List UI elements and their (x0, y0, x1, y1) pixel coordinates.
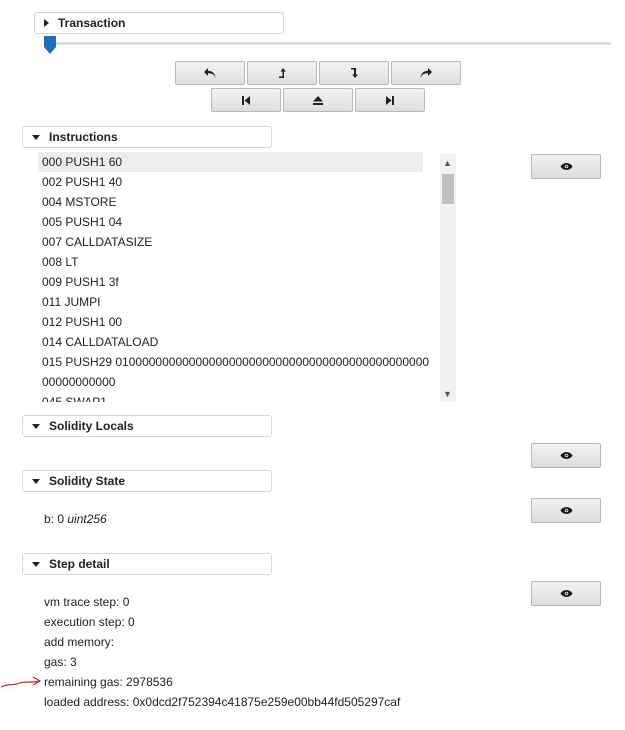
step-back-icon (204, 68, 216, 78)
transaction-header[interactable]: Transaction (34, 12, 284, 34)
eye-icon (560, 163, 572, 170)
step-forward-icon (420, 68, 432, 78)
list-item[interactable]: 014 CALLDATALOAD (38, 332, 456, 352)
step-detail-row: remaining gas: 2978536 (44, 675, 173, 689)
list-item[interactable]: 005 PUSH1 04 (38, 212, 456, 232)
step-detail-row: vm trace step: 0 (44, 595, 130, 609)
instructions-list[interactable]: 000 PUSH1 60 002 PUSH1 40 004 MSTORE 005… (38, 152, 456, 402)
solidity-locals-eye-button[interactable] (531, 443, 601, 468)
instructions-header[interactable]: Instructions (22, 126, 272, 148)
caret-right-icon (44, 19, 49, 27)
solidity-state-title: Solidity State (49, 474, 126, 488)
state-variable-type: uint256 (67, 512, 107, 526)
jump-previous-breakpoint-button[interactable] (211, 88, 281, 112)
caret-down-icon (32, 561, 40, 567)
eye-icon (560, 590, 572, 597)
step-over-back-icon (279, 68, 286, 78)
instructions-title: Instructions (49, 130, 118, 144)
list-item[interactable]: 045 SWAP1 (38, 392, 456, 402)
scroll-up-icon[interactable]: ▲ (443, 158, 452, 168)
list-item[interactable]: 012 PUSH1 00 (38, 312, 456, 332)
caret-down-icon (32, 478, 40, 484)
instructions-eye-button[interactable] (531, 154, 601, 179)
step-slider-handle[interactable] (44, 36, 56, 54)
solidity-locals-header[interactable]: Solidity Locals (22, 415, 272, 437)
step-detail-row: execution step: 0 (44, 615, 135, 629)
scroll-thumb[interactable] (442, 174, 454, 204)
step-detail-row: gas: 3 (44, 655, 77, 669)
list-item[interactable]: 009 PUSH1 3f (38, 272, 456, 292)
jump-out-button[interactable] (283, 88, 353, 112)
list-item[interactable]: 011 JUMPI (38, 292, 456, 312)
annotation-arrow-icon (0, 676, 42, 688)
jump-next-breakpoint-icon (386, 95, 394, 105)
transaction-title: Transaction (58, 16, 126, 30)
caret-down-icon (32, 134, 40, 140)
solidity-state-eye-button[interactable] (531, 498, 601, 523)
step-forward-button[interactable] (391, 61, 461, 85)
list-item[interactable]: 000 PUSH1 60 (38, 152, 423, 172)
step-detail-row: loaded address: 0x0dcd2f752394c41875e259… (44, 695, 401, 709)
step-detail-eye-button[interactable] (531, 581, 601, 606)
state-variable: b: 0 uint256 (44, 512, 107, 526)
jump-out-icon (313, 95, 323, 105)
jump-previous-breakpoint-icon (242, 95, 250, 105)
instructions-scrollbar[interactable]: ▲ ▼ (440, 154, 456, 402)
solidity-state-header[interactable]: Solidity State (22, 470, 272, 492)
caret-down-icon (32, 423, 40, 429)
scroll-down-icon[interactable]: ▼ (443, 389, 452, 399)
list-item[interactable]: 015 PUSH29 01000000000000000000000000000… (38, 352, 432, 392)
list-item[interactable]: 008 LT (38, 252, 456, 272)
step-detail-header[interactable]: Step detail (22, 553, 272, 575)
step-over-forward-button[interactable] (319, 61, 389, 85)
list-item[interactable]: 002 PUSH1 40 (38, 172, 456, 192)
eye-icon (560, 507, 572, 514)
list-item[interactable]: 004 MSTORE (38, 192, 456, 212)
step-over-forward-icon (351, 68, 358, 78)
jump-next-breakpoint-button[interactable] (355, 88, 425, 112)
step-detail-row: add memory: (44, 635, 115, 649)
eye-icon (560, 452, 572, 459)
list-item[interactable]: 007 CALLDATASIZE (38, 232, 456, 252)
state-variable-label: b: 0 (44, 512, 65, 526)
step-over-back-button[interactable] (247, 61, 317, 85)
step-back-button[interactable] (175, 61, 245, 85)
step-slider-track[interactable] (48, 42, 611, 45)
solidity-locals-title: Solidity Locals (49, 419, 134, 433)
step-detail-title: Step detail (49, 557, 110, 571)
